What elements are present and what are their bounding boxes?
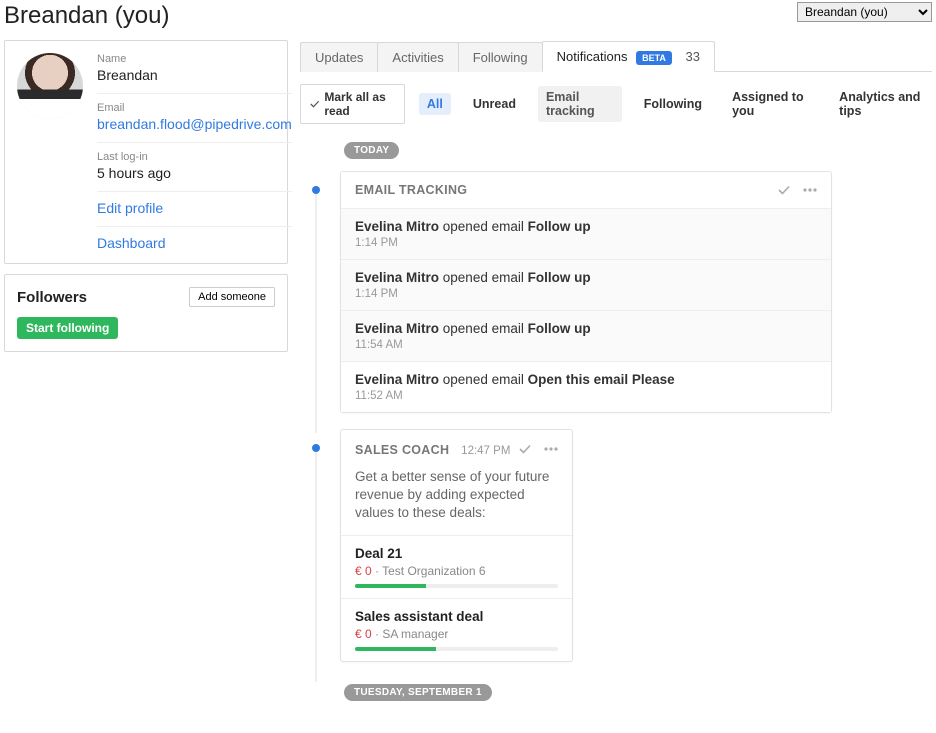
followers-panel: Followers Add someone Start following: [4, 274, 288, 352]
date-pill-today: TODAY: [344, 142, 399, 159]
beta-badge: BETA: [636, 51, 672, 65]
add-someone-button[interactable]: Add someone: [189, 287, 275, 307]
filter-unread[interactable]: Unread: [465, 93, 524, 115]
more-icon[interactable]: [544, 447, 558, 451]
filters-row: Mark all as read All Unread Email tracki…: [300, 72, 932, 136]
avatar: [17, 53, 83, 119]
date-pill-tuesday: TUESDAY, SEPTEMBER 1: [344, 684, 492, 701]
deal-progress-bar: [355, 584, 558, 588]
filter-analytics[interactable]: Analytics and tips: [831, 86, 932, 122]
event-time: 11:52 AM: [355, 390, 817, 402]
email-event-row[interactable]: Evelina Mitro opened email Follow up 11:5…: [341, 310, 831, 361]
tab-notifications[interactable]: Notifications BETA 33: [542, 41, 715, 72]
user-switcher-select[interactable]: Breandan (you): [797, 2, 932, 22]
tab-updates[interactable]: Updates: [300, 42, 378, 72]
card-title: SALES COACH: [355, 443, 449, 457]
deal-progress-bar: [355, 647, 558, 651]
filter-assigned[interactable]: Assigned to you: [724, 86, 817, 122]
event-time: 1:14 PM: [355, 288, 817, 300]
email-link[interactable]: breandan.flood@pipedrive.com: [97, 116, 292, 132]
name-value: Breandan: [97, 67, 292, 83]
event-text: Evelina Mitro opened email Open this ema…: [355, 372, 817, 387]
lastlogin-value: 5 hours ago: [97, 165, 292, 181]
event-text: Evelina Mitro opened email Follow up: [355, 270, 817, 285]
edit-profile-link[interactable]: Edit profile: [97, 200, 163, 216]
email-tracking-card: EMAIL TRACKING Evelina Mitro opened emai…: [340, 171, 832, 413]
unread-dot-icon: [312, 186, 320, 194]
event-text: Evelina Mitro opened email Follow up: [355, 219, 817, 234]
page-title: Breandan (you): [4, 2, 169, 30]
mark-all-read-button[interactable]: Mark all as read: [300, 84, 405, 124]
unread-dot-icon: [312, 444, 320, 452]
event-text: Evelina Mitro opened email Follow up: [355, 321, 817, 336]
filter-following[interactable]: Following: [636, 93, 710, 115]
mark-read-icon[interactable]: [777, 183, 791, 197]
check-icon: [310, 98, 319, 110]
card-title: EMAIL TRACKING: [355, 183, 467, 197]
email-event-row[interactable]: Evelina Mitro opened email Follow up 1:14…: [341, 259, 831, 310]
filter-all[interactable]: All: [419, 93, 451, 115]
email-event-row[interactable]: Evelina Mitro opened email Open this ema…: [341, 361, 831, 412]
tab-notifications-label: Notifications: [557, 49, 628, 64]
card-time: 12:47 PM: [461, 445, 510, 457]
more-icon[interactable]: [803, 188, 817, 192]
event-time: 11:54 AM: [355, 339, 817, 351]
name-label: Name: [97, 53, 292, 65]
deal-sub: € 0 · Test Organization 6: [355, 564, 558, 578]
lastlogin-label: Last log-in: [97, 151, 292, 163]
timeline-line: [315, 194, 317, 433]
coach-text: Get a better sense of your future revenu…: [355, 468, 558, 523]
sales-coach-card: SALES COACH 12:47 PM: [340, 429, 573, 662]
deal-row[interactable]: Sales assistant deal € 0 · SA manager: [341, 598, 572, 661]
deal-row[interactable]: Deal 21 € 0 · Test Organization 6: [341, 535, 572, 598]
deal-name: Deal 21: [355, 546, 558, 561]
followers-title: Followers: [17, 289, 87, 306]
notifications-count: 33: [686, 49, 700, 64]
filter-email-tracking[interactable]: Email tracking: [538, 86, 622, 122]
profile-panel: Name Breandan Email breandan.flood@piped…: [4, 40, 288, 264]
start-following-button[interactable]: Start following: [17, 317, 118, 339]
tabs: Updates Activities Following Notificatio…: [300, 40, 932, 72]
mark-read-icon[interactable]: [518, 442, 532, 456]
deal-sub: € 0 · SA manager: [355, 627, 558, 641]
email-event-row[interactable]: Evelina Mitro opened email Follow up 1:14…: [341, 208, 831, 259]
tab-following[interactable]: Following: [458, 42, 543, 72]
tab-activities[interactable]: Activities: [377, 42, 458, 72]
email-label: Email: [97, 102, 292, 114]
event-time: 1:14 PM: [355, 237, 817, 249]
deal-name: Sales assistant deal: [355, 609, 558, 624]
dashboard-link[interactable]: Dashboard: [97, 235, 166, 251]
mark-all-read-label: Mark all as read: [324, 90, 395, 118]
timeline-line: [315, 452, 317, 682]
